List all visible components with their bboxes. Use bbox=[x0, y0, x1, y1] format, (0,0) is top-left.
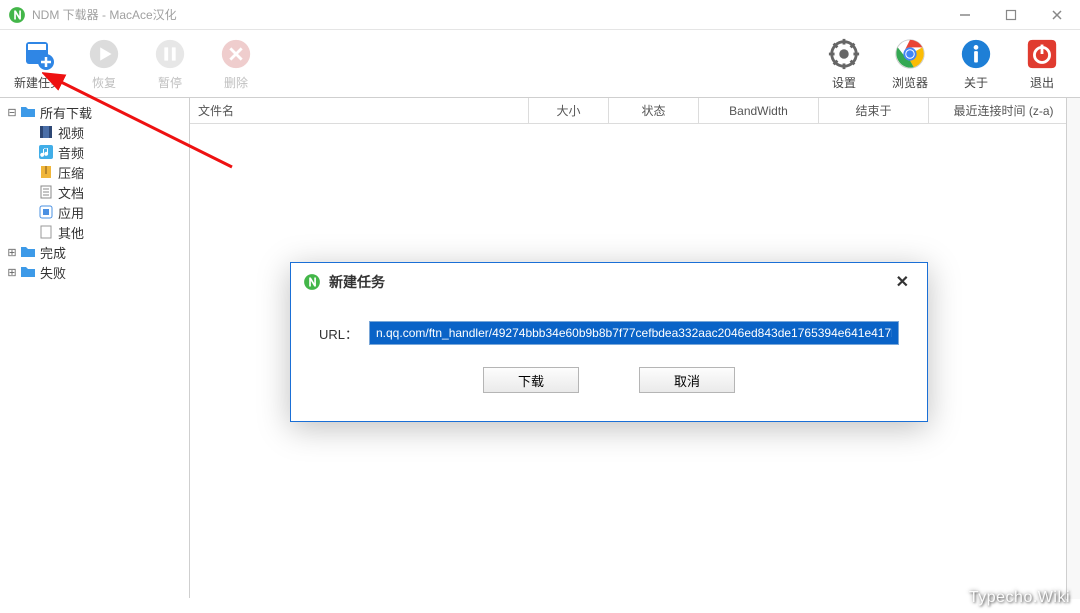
sidebar-root-label: 所有下载 bbox=[40, 103, 92, 122]
audio-icon bbox=[38, 144, 54, 160]
col-status[interactable]: 状态 bbox=[609, 98, 699, 123]
app-logo-icon bbox=[303, 273, 321, 291]
download-button[interactable]: 下载 bbox=[483, 367, 579, 393]
chrome-icon bbox=[892, 36, 928, 72]
browser-button[interactable]: 浏览器 bbox=[884, 36, 936, 91]
col-size[interactable]: 大小 bbox=[529, 98, 609, 123]
folder-icon bbox=[20, 104, 36, 120]
folder-icon bbox=[20, 244, 36, 260]
resume-label: 恢复 bbox=[92, 74, 116, 91]
sidebar-item-failed[interactable]: ⊞失败 bbox=[2, 262, 187, 282]
folder-icon bbox=[20, 264, 36, 280]
new-task-label: 新建任务 bbox=[14, 74, 62, 91]
col-name[interactable]: 文件名 bbox=[190, 98, 529, 123]
col-end[interactable]: 结束于 bbox=[819, 98, 929, 123]
new-task-button[interactable]: 新建任务 bbox=[12, 36, 64, 91]
settings-button[interactable]: 设置 bbox=[818, 36, 870, 91]
browser-label: 浏览器 bbox=[892, 74, 928, 91]
delete-icon bbox=[218, 36, 254, 72]
sidebar-root-all[interactable]: ⊟ 所有下载 bbox=[2, 102, 187, 122]
play-icon bbox=[86, 36, 122, 72]
new-task-dialog: 新建任务 ✕ URL： 下载 取消 bbox=[290, 262, 928, 422]
maximize-button[interactable] bbox=[988, 0, 1034, 30]
dialog-titlebar: 新建任务 ✕ bbox=[291, 263, 927, 301]
toolbar: 新建任务 恢复 暂停 删除 设置 浏览器 关于 退出 bbox=[0, 30, 1080, 98]
sidebar-item-other[interactable]: 其他 bbox=[2, 222, 187, 242]
pause-label: 暂停 bbox=[158, 74, 182, 91]
expand-icon[interactable]: ⊞ bbox=[6, 246, 18, 259]
sidebar-item-archive[interactable]: 压缩 bbox=[2, 162, 187, 182]
sidebar-item-video[interactable]: 视频 bbox=[2, 122, 187, 142]
col-bandwidth[interactable]: BandWidth bbox=[699, 98, 819, 123]
exit-label: 退出 bbox=[1030, 74, 1054, 91]
titlebar: NDM 下载器 - MacAce汉化 bbox=[0, 0, 1080, 30]
info-icon bbox=[958, 36, 994, 72]
archive-icon bbox=[38, 164, 54, 180]
other-icon bbox=[38, 224, 54, 240]
video-icon bbox=[38, 124, 54, 140]
about-label: 关于 bbox=[964, 74, 988, 91]
collapse-icon[interactable]: ⊟ bbox=[6, 106, 18, 119]
minimize-button[interactable] bbox=[942, 0, 988, 30]
table-header: 文件名 大小 状态 BandWidth 结束于 最近连接时间 (z-a) bbox=[190, 98, 1079, 124]
dialog-title: 新建任务 bbox=[329, 272, 385, 292]
sidebar: ⊟ 所有下载 视频 音频 压缩 文档 应用 其他 ⊞完成 ⊞失败 bbox=[0, 98, 190, 598]
sidebar-item-audio[interactable]: 音频 bbox=[2, 142, 187, 162]
window-title: NDM 下载器 - MacAce汉化 bbox=[32, 6, 942, 23]
scrollbar-track[interactable] bbox=[1066, 98, 1080, 599]
app-logo-icon bbox=[8, 6, 26, 24]
settings-label: 设置 bbox=[832, 74, 856, 91]
new-task-icon bbox=[20, 36, 56, 72]
dialog-close-button[interactable]: ✕ bbox=[890, 268, 915, 296]
resume-button[interactable]: 恢复 bbox=[78, 36, 130, 91]
cancel-button[interactable]: 取消 bbox=[639, 367, 735, 393]
exit-button[interactable]: 退出 bbox=[1016, 36, 1068, 91]
url-label: URL： bbox=[319, 324, 369, 343]
pause-button[interactable]: 暂停 bbox=[144, 36, 196, 91]
col-time[interactable]: 最近连接时间 (z-a) bbox=[929, 98, 1079, 123]
about-button[interactable]: 关于 bbox=[950, 36, 1002, 91]
sidebar-item-app[interactable]: 应用 bbox=[2, 202, 187, 222]
url-input[interactable] bbox=[369, 321, 899, 345]
pause-icon bbox=[152, 36, 188, 72]
gear-icon bbox=[826, 36, 862, 72]
power-icon bbox=[1024, 36, 1060, 72]
close-window-button[interactable] bbox=[1034, 0, 1080, 30]
sidebar-item-document[interactable]: 文档 bbox=[2, 182, 187, 202]
sidebar-item-done[interactable]: ⊞完成 bbox=[2, 242, 187, 262]
delete-label: 删除 bbox=[224, 74, 248, 91]
document-icon bbox=[38, 184, 54, 200]
app-icon bbox=[38, 204, 54, 220]
expand-icon[interactable]: ⊞ bbox=[6, 266, 18, 279]
delete-button[interactable]: 删除 bbox=[210, 36, 262, 91]
